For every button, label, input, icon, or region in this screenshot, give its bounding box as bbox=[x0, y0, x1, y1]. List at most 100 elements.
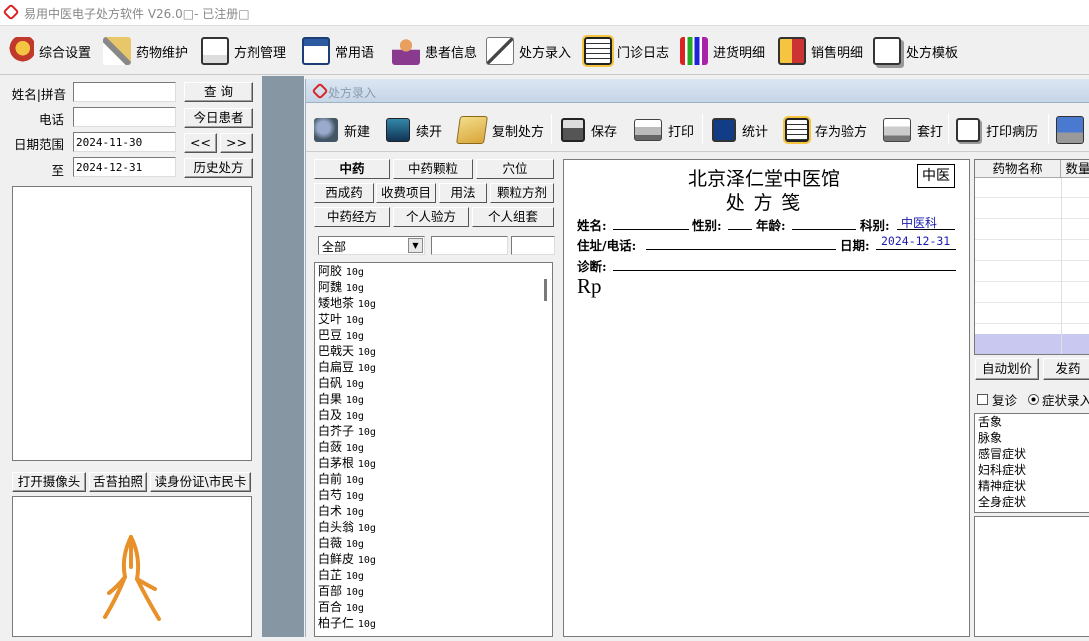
more-toolbar-button[interactable] bbox=[1056, 115, 1084, 145]
print-record-button[interactable]: 打印病历 bbox=[956, 115, 1038, 145]
toolbar-prescription-button[interactable]: 处方录入 bbox=[486, 35, 571, 67]
herb-list-item[interactable]: 白芷 10g bbox=[315, 567, 552, 583]
tab-usage[interactable]: 用法 bbox=[439, 183, 487, 203]
toolbar-phrases-button[interactable]: 常用语 bbox=[302, 35, 374, 67]
toolbar-clinic-log-button[interactable]: 门诊日志 bbox=[582, 35, 669, 67]
herb-list-item[interactable]: 白蔹 10g bbox=[315, 439, 552, 455]
auto-price-button[interactable]: 自动划价 bbox=[975, 358, 1039, 380]
radio-selected-icon[interactable] bbox=[1028, 394, 1039, 405]
herb-list-item[interactable]: 白头翁 10g bbox=[315, 519, 552, 535]
patient-age-field[interactable] bbox=[792, 216, 856, 230]
herb-list-item[interactable]: 白及 10g bbox=[315, 407, 552, 423]
toolbar-medicine-button[interactable]: 药物维护 bbox=[103, 35, 188, 67]
copy-prescription-button[interactable]: 复制处方 bbox=[456, 115, 544, 145]
name-input[interactable] bbox=[73, 82, 176, 102]
next-range-button[interactable]: >> bbox=[220, 133, 253, 153]
open-camera-button[interactable]: 打开摄像头 bbox=[12, 472, 86, 492]
herb-list-item[interactable]: 阿胶 10g bbox=[315, 263, 552, 279]
history-prescriptions-button[interactable]: 历史处方 bbox=[184, 158, 253, 178]
date-from-input[interactable] bbox=[73, 132, 176, 152]
herb-list-item[interactable]: 白鲜皮 10g bbox=[315, 551, 552, 567]
overlay-print-button[interactable]: 套打 bbox=[883, 115, 943, 145]
patient-name-field[interactable] bbox=[613, 216, 689, 230]
date-to-input[interactable] bbox=[73, 157, 176, 177]
tab-fee-items[interactable]: 收费项目 bbox=[376, 183, 436, 203]
patient-sex-field[interactable] bbox=[728, 216, 752, 230]
herb-list-item[interactable]: 矮地茶 10g bbox=[315, 295, 552, 311]
patient-list[interactable] bbox=[12, 186, 252, 461]
herb-list-item[interactable]: 阿魏 10g bbox=[315, 279, 552, 295]
symptom-entry-radio[interactable]: 症状录入 bbox=[1028, 390, 1089, 409]
print-button[interactable]: 打印 bbox=[634, 115, 694, 145]
herb-list-item[interactable]: 白扁豆 10g bbox=[315, 359, 552, 375]
grid-row[interactable] bbox=[975, 262, 1089, 282]
herb-list-item[interactable]: 白芍 10g bbox=[315, 487, 552, 503]
phone-input[interactable] bbox=[73, 107, 176, 127]
toolbar-sales-button[interactable]: 销售明细 bbox=[778, 35, 863, 67]
herb-list-item[interactable]: 白薇 10g bbox=[315, 535, 552, 551]
toolbar-formula-button[interactable]: 方剂管理 bbox=[201, 35, 286, 67]
prescription-sheet[interactable]: 北京泽仁堂中医馆 处 方 笺 中医 姓名: 性别: 年龄: 科别: 中医科 住址… bbox=[563, 159, 970, 637]
herb-list-item[interactable]: 白前 10g bbox=[315, 471, 552, 487]
list-item[interactable]: 全身症状 bbox=[975, 494, 1089, 510]
toolbar-patients-button[interactable]: 患者信息 bbox=[392, 35, 477, 67]
read-id-card-button[interactable]: 读身份证\市民卡 bbox=[150, 472, 251, 492]
today-patients-button[interactable]: 今日患者 bbox=[184, 108, 253, 128]
new-button[interactable]: 新建 bbox=[314, 115, 370, 145]
herb-list-item[interactable]: 巴戟天 10g bbox=[315, 343, 552, 359]
category-select[interactable]: 全部 ▼ bbox=[318, 236, 425, 255]
toolbar-settings-button[interactable]: 综合设置 bbox=[6, 35, 91, 67]
list-item[interactable]: 脉象 bbox=[975, 430, 1089, 446]
chevron-down-icon[interactable]: ▼ bbox=[408, 238, 423, 253]
tab-herbs[interactable]: 中药 bbox=[314, 159, 390, 179]
herb-list-item[interactable]: 白茅根 10g bbox=[315, 455, 552, 471]
list-item[interactable]: 精神症状 bbox=[975, 478, 1089, 494]
herb-list-item[interactable]: 巴豆 10g bbox=[315, 327, 552, 343]
symptom-category-list[interactable]: 舌象 脉象 感冒症状 妇科症状 精神症状 全身症状 bbox=[974, 413, 1089, 513]
tab-granule-formulas[interactable]: 颗粒方剂 bbox=[490, 183, 554, 203]
list-item[interactable]: 舌象 bbox=[975, 414, 1089, 430]
prev-range-button[interactable]: << bbox=[184, 133, 217, 153]
save-as-recipe-button[interactable]: 存为验方 bbox=[783, 115, 867, 145]
tab-classic-formulas[interactable]: 中药经方 bbox=[314, 207, 390, 227]
toolbar-template-button[interactable]: 处方模板 bbox=[873, 35, 958, 67]
herb-list-item[interactable]: 百合 10g bbox=[315, 599, 552, 615]
address-phone-field[interactable] bbox=[646, 236, 836, 250]
grid-row[interactable] bbox=[975, 178, 1089, 198]
herb-list-item[interactable]: 柏子仁 10g bbox=[315, 615, 552, 631]
statistics-button[interactable]: 统计 bbox=[712, 115, 768, 145]
grid-row[interactable] bbox=[975, 199, 1089, 219]
grid-row[interactable] bbox=[975, 241, 1089, 261]
continue-button[interactable]: 续开 bbox=[386, 115, 442, 145]
herb-list-item[interactable]: 百部 10g bbox=[315, 583, 552, 599]
herb-list-item[interactable]: 白矾 10g bbox=[315, 375, 552, 391]
tab-personal-recipes[interactable]: 个人验方 bbox=[393, 207, 469, 227]
dose-input[interactable] bbox=[511, 236, 555, 255]
toolbar-purchase-button[interactable]: 进货明细 bbox=[680, 35, 765, 67]
list-item[interactable]: 感冒症状 bbox=[975, 446, 1089, 462]
grid-row[interactable] bbox=[975, 304, 1089, 324]
revisit-checkbox[interactable]: 复诊 bbox=[977, 390, 1017, 409]
herb-list-scrollbar[interactable] bbox=[544, 279, 547, 301]
tab-western-medicine[interactable]: 西成药 bbox=[314, 183, 374, 203]
tab-acupoints[interactable]: 穴位 bbox=[476, 159, 554, 179]
herb-list-item[interactable]: 白芥子 10g bbox=[315, 423, 552, 439]
prescription-items-grid[interactable]: 药物名称 数量 bbox=[974, 159, 1089, 355]
symptom-detail-list[interactable] bbox=[974, 516, 1089, 637]
herb-list-item[interactable]: 白果 10g bbox=[315, 391, 552, 407]
dispense-button[interactable]: 发药 bbox=[1043, 358, 1089, 380]
tongue-photo-button[interactable]: 舌苔拍照 bbox=[89, 472, 147, 492]
diagnosis-field[interactable] bbox=[613, 257, 956, 271]
herb-list-item[interactable]: 艾叶 10g bbox=[315, 311, 552, 327]
query-button[interactable]: 查 询 bbox=[184, 82, 253, 102]
herb-list[interactable]: 阿胶 10g 阿魏 10g 矮地茶 10g 艾叶 10g 巴豆 10g 巴戟天 10g 白扁… bbox=[314, 262, 553, 637]
tab-herb-granules[interactable]: 中药颗粒 bbox=[393, 159, 473, 179]
herb-list-item[interactable]: 白术 10g bbox=[315, 503, 552, 519]
grid-row[interactable] bbox=[975, 283, 1089, 303]
tab-personal-sets[interactable]: 个人组套 bbox=[472, 207, 554, 227]
checkbox-box[interactable] bbox=[977, 394, 988, 405]
list-item[interactable]: 妇科症状 bbox=[975, 462, 1089, 478]
save-button[interactable]: 保存 bbox=[561, 115, 617, 145]
grid-row[interactable] bbox=[975, 220, 1089, 240]
grid-selected-row[interactable] bbox=[975, 334, 1089, 354]
